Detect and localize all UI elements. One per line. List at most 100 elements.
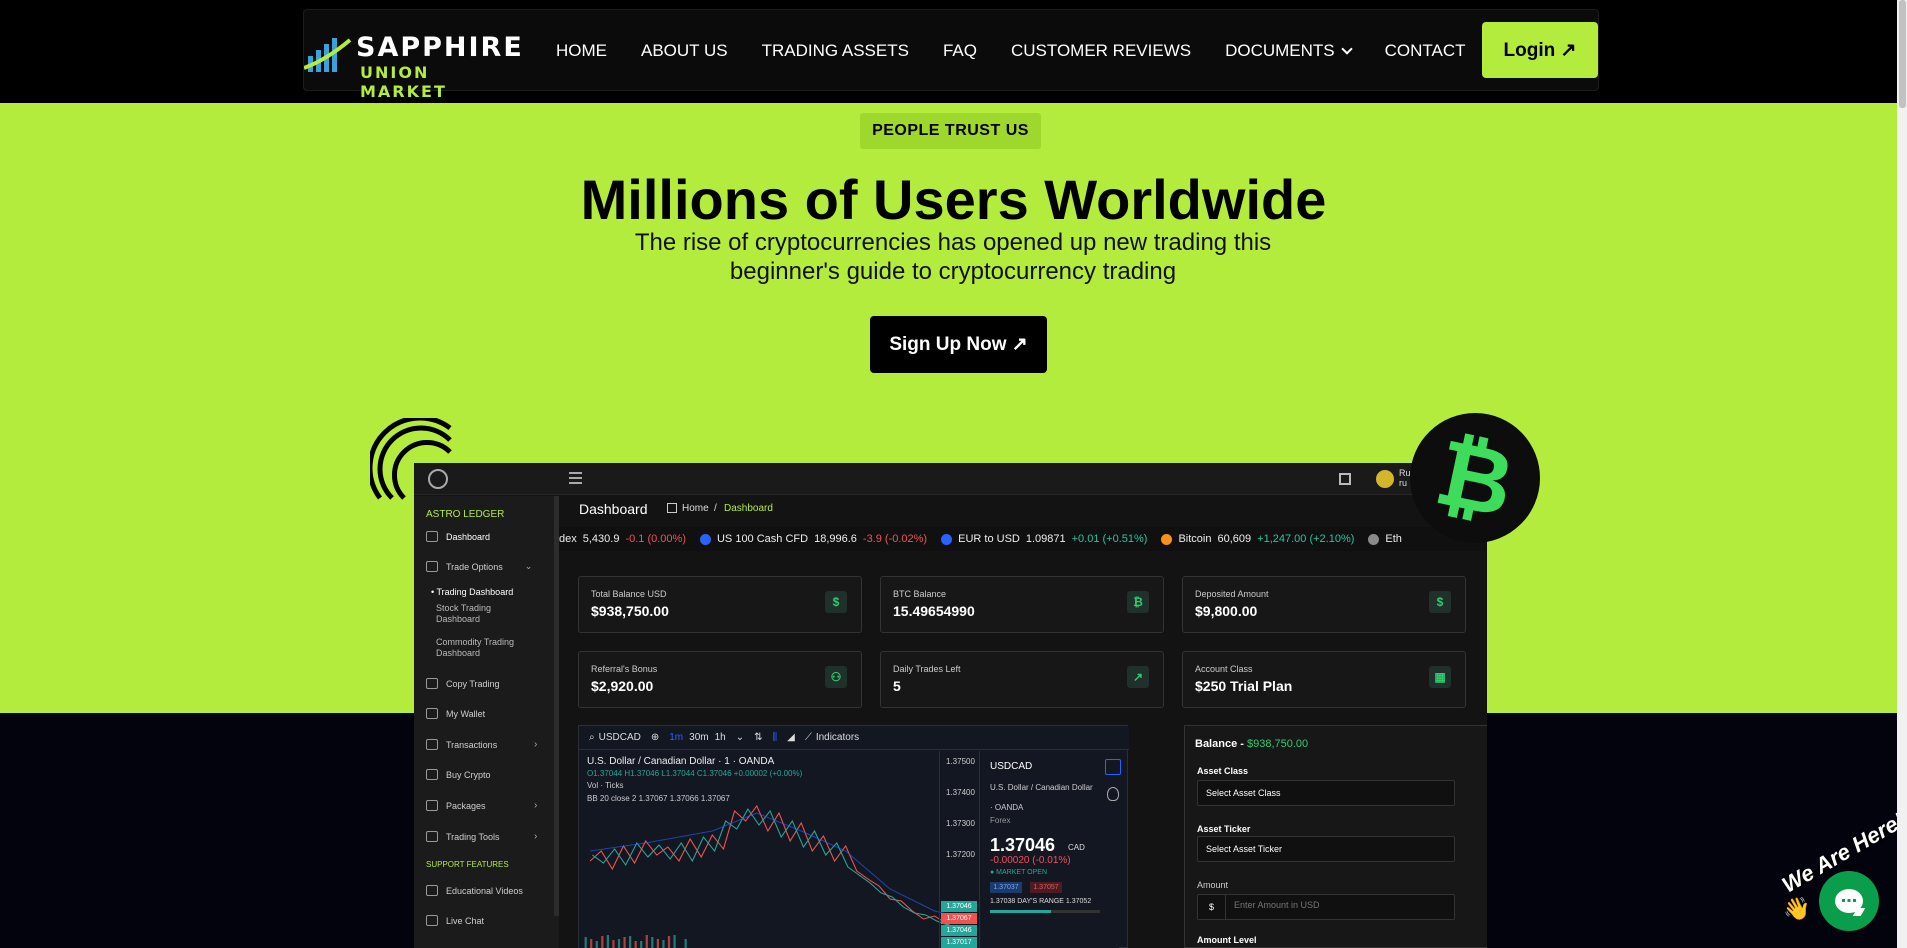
chat-bubble-icon (1835, 889, 1863, 913)
dashboard-logo-icon (428, 469, 448, 489)
index-icon (699, 533, 711, 545)
sign-up-button[interactable]: Sign Up Now ↗ (870, 316, 1047, 373)
users-icon (426, 678, 438, 689)
sidebar-item-stock-trading[interactable]: Stock Trading Dashboard (436, 603, 491, 625)
nav-link-about-us[interactable]: ABOUT US (641, 41, 728, 61)
sidebar-item-packages[interactable]: Packages (426, 800, 486, 811)
stat-card-account-class: Account Class $250 Trial Plan ▦ (1182, 651, 1466, 708)
nav-link-customer-reviews[interactable]: CUSTOMER REVIEWS (1011, 41, 1191, 61)
watchlist-icon[interactable] (1105, 759, 1121, 775)
nav-link-faq[interactable]: FAQ (943, 41, 977, 61)
price-tick: 1.37400 (946, 788, 975, 797)
ticker-tape[interactable]: dex 5,430.9 -0.1 (0.00%) US 100 Cash CFD… (559, 527, 1487, 551)
sidebar-item-my-wallet[interactable]: My Wallet (426, 708, 485, 719)
sidebar-item-live-chat[interactable]: Live Chat (426, 915, 484, 926)
sidebar-item-trade-options[interactable]: Trade Options ⌄ (426, 561, 532, 572)
quote-name: U.S. Dollar / Canadian Dollar (990, 783, 1093, 792)
stat-card-referral-bonus: Referral's Bonus $2,920.00 ⚇ (578, 651, 862, 708)
chevron-right-icon: › (534, 831, 538, 842)
hero-badge: PEOPLE TRUST US (860, 113, 1041, 149)
amount-currency: $ (1198, 895, 1226, 919)
menu-icon[interactable] (569, 472, 582, 484)
nav-link-contact[interactable]: CONTACT (1385, 41, 1466, 61)
amount-input[interactable] (1234, 900, 1434, 910)
hotlist-icon[interactable] (1107, 787, 1119, 801)
sidebar-item-trading-dashboard[interactable]: • Trading Dashboard (431, 587, 513, 598)
timeframe-1m[interactable]: 1m (669, 732, 683, 743)
quote-day-range: 1.37038 DAY'S RANGE 1.37052 (990, 898, 1092, 905)
dashboard-preview: Ru ru ASTRO LEDGER Dashboard Trade Option… (414, 463, 1487, 948)
chevron-right-icon: › (534, 739, 538, 750)
fullscreen-icon[interactable] (1339, 473, 1351, 485)
hero-subtitle-line1: The rise of cryptocurrencies has opened … (634, 229, 1272, 256)
hero-subtitle: The rise of cryptocurrencies has opened … (603, 228, 1303, 286)
logo-text-secondary: UNION MARKET (360, 63, 447, 101)
ticker-item[interactable]: EUR to USD 1.09871 +0.01 (+0.51%) (941, 533, 1147, 545)
quote-change: -0.00020 (-0.01%) (990, 855, 1071, 866)
stat-card-daily-trades: Daily Trades Left 5 ↗ (880, 651, 1164, 708)
breadcrumb-separator: / (714, 503, 717, 514)
dashboard-sidebar: ASTRO LEDGER Dashboard Trade Options ⌄ • … (414, 496, 559, 948)
trading-chart[interactable]: ⌕ USDCAD ⊕ 1m 30m 1h ⌄ ⇅ ⫼ ◢ ⟋ Indicator… (578, 725, 1129, 948)
top-bar: SAPPHIRE UNION MARKET HOME ABOUT US TRAD… (0, 0, 1907, 103)
cart-icon (426, 769, 438, 780)
trend-up-icon: ↗ (1127, 666, 1149, 688)
nav-link-home[interactable]: HOME (556, 41, 607, 61)
amount-field[interactable]: $ (1197, 894, 1455, 920)
chart-symbol[interactable]: USDCAD (599, 732, 641, 743)
candles-icon[interactable]: ⫼ (773, 732, 778, 743)
asset-ticker-select[interactable]: Select Asset Ticker (1197, 836, 1455, 862)
sidebar-scrollbar[interactable] (554, 496, 559, 916)
ticker-item[interactable]: US 100 Cash CFD 18,996.6 -3.9 (-0.02%) (699, 533, 927, 545)
logo-text-primary: SAPPHIRE (356, 32, 524, 63)
chevron-right-icon: › (534, 800, 538, 811)
sidebar-item-dashboard[interactable]: Dashboard (426, 531, 490, 542)
chart-icon (426, 561, 438, 572)
sidebar-item-transactions[interactable]: Transactions (426, 739, 497, 750)
sidebar-item-copy-trading[interactable]: Copy Trading (426, 678, 500, 689)
package-icon (426, 800, 438, 811)
sidebar-item-commodity-trading[interactable]: Commodity Trading Dashboard (436, 637, 514, 659)
area-chart-icon[interactable]: ◢ (787, 732, 795, 743)
breadcrumb-home[interactable]: Home (682, 503, 709, 514)
chat-icon (426, 915, 438, 926)
search-icon[interactable]: ⌕ (589, 732, 595, 743)
user-avatar-icon[interactable] (1376, 470, 1394, 488)
chart-ohlc: O1.37044 H1.37046 L1.37044 C1.37046 +0.0… (587, 769, 803, 778)
day-range-bar (990, 910, 1100, 913)
video-icon (426, 885, 438, 896)
timeframe-30m[interactable]: 30m (689, 732, 708, 743)
calculator-icon: ▦ (1429, 666, 1451, 688)
price-badge: 1.37046 (941, 901, 977, 912)
chart-volume-label: Vol · Ticks (587, 781, 624, 790)
nav-link-documents[interactable]: DOCUMENTS (1225, 41, 1353, 61)
bitcoin-icon: ₿ (1127, 591, 1149, 613)
login-button[interactable]: Login ↗ (1482, 22, 1598, 78)
quote-currency: CAD (1068, 843, 1085, 852)
nav-links: HOME ABOUT US TRADING ASSETS FAQ CUSTOME… (556, 10, 1500, 92)
timeframe-1h[interactable]: 1h (715, 732, 726, 743)
ticker-item[interactable]: dex 5,430.9 -0.1 (0.00%) (559, 533, 686, 545)
indicators-button[interactable]: Indicators (816, 732, 859, 743)
ticker-item[interactable]: Eth (1368, 533, 1408, 545)
sidebar-item-buy-crypto[interactable]: Buy Crypto (426, 769, 491, 780)
chat-button[interactable] (1819, 871, 1879, 931)
asset-class-select[interactable]: Select Asset Class (1197, 780, 1455, 806)
ticker-item[interactable]: Bitcoin 60,609 +1,247.00 (+2.10%) (1161, 533, 1354, 545)
sidebar-item-educational-videos[interactable]: Educational Videos (426, 885, 523, 896)
users-icon: ⚇ (825, 666, 847, 688)
amount-label: Amount (1197, 880, 1229, 890)
logo[interactable]: SAPPHIRE UNION MARKET (304, 20, 522, 101)
add-symbol-icon[interactable]: ⊕ (651, 732, 659, 743)
home-icon (667, 503, 677, 513)
chart-price-axis: 1.37500 1.37400 1.37300 1.37200 1.37046 … (939, 751, 979, 948)
quote-type: Forex (990, 816, 1011, 825)
nav-link-trading-assets[interactable]: TRADING ASSETS (762, 41, 909, 61)
page-scrollbar-thumb[interactable] (1899, 0, 1906, 108)
bar-style-icon[interactable]: ⇅ (754, 732, 762, 743)
indicators-icon[interactable]: ⟋ (805, 732, 812, 743)
chevron-down-icon[interactable]: ⌄ (736, 732, 744, 743)
page-scrollbar[interactable] (1897, 0, 1907, 948)
price-tick: 1.37500 (946, 757, 975, 766)
sidebar-item-trading-tools[interactable]: Trading Tools (426, 831, 500, 842)
